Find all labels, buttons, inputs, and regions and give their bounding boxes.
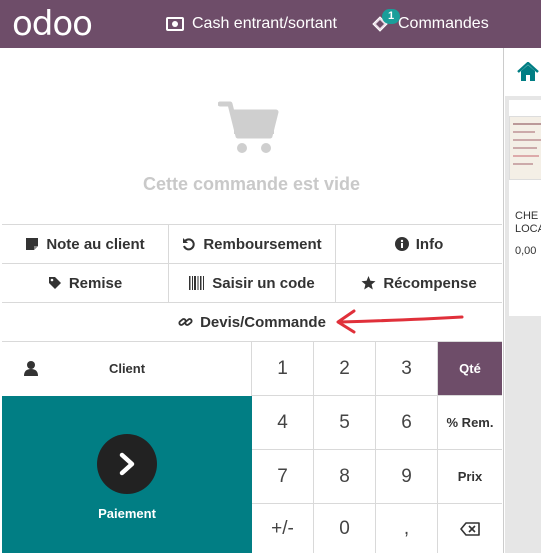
reward-label: Récompense bbox=[383, 274, 477, 292]
discount-mode-button[interactable]: % Rem. bbox=[438, 396, 502, 450]
odoo-logo: odoo bbox=[12, 4, 93, 44]
numpad-key-6[interactable]: 6 bbox=[376, 396, 438, 450]
numpad-key-4[interactable]: 4 bbox=[252, 396, 314, 450]
discount-label: Remise bbox=[68, 274, 123, 292]
numpad-key-1[interactable]: 1 bbox=[252, 342, 314, 396]
refund-label: Remboursement bbox=[203, 235, 322, 253]
product-image bbox=[509, 116, 541, 180]
info-button[interactable]: Info bbox=[336, 225, 502, 263]
numpad-key-7[interactable]: 7 bbox=[252, 450, 314, 504]
order-empty-state: Cette commande est vide bbox=[0, 48, 503, 225]
info-label: Info bbox=[415, 235, 444, 253]
discount-button[interactable]: Remise bbox=[2, 264, 169, 302]
payment-circle bbox=[97, 434, 157, 494]
quantity-mode-button[interactable]: Qté bbox=[438, 342, 502, 396]
product-pane: CHE LOCA 0,00 bbox=[505, 48, 541, 553]
annotation-arrow bbox=[336, 309, 464, 334]
home-icon bbox=[517, 62, 539, 81]
reward-button[interactable]: Récompense bbox=[336, 264, 502, 302]
chevron-right-icon bbox=[119, 452, 135, 476]
order-pane: Cette commande est vide Note au client R… bbox=[0, 48, 504, 553]
product-name-line-2: LOCA bbox=[515, 223, 541, 235]
tag-icon bbox=[48, 277, 61, 289]
info-icon bbox=[394, 237, 409, 251]
customer-note-button[interactable]: Note au client bbox=[2, 225, 169, 263]
product-name: CHE LOCA bbox=[515, 210, 541, 236]
numpad-key-5[interactable]: 5 bbox=[314, 396, 376, 450]
product-card[interactable]: CHE LOCA 0,00 bbox=[509, 100, 541, 316]
money-icon bbox=[166, 17, 184, 31]
undo-icon bbox=[183, 238, 195, 251]
numpad-area: Client Paiement 1 2 3 Qté 4 5 6 % Rem. 7… bbox=[2, 341, 502, 553]
cash-in-out-button[interactable]: Cash entrant/sortant bbox=[166, 0, 337, 48]
price-mode-button[interactable]: Prix bbox=[438, 450, 502, 504]
backspace-icon bbox=[460, 522, 480, 536]
numpad-key-9[interactable]: 9 bbox=[376, 450, 438, 504]
enter-code-label: Saisir un code bbox=[212, 274, 315, 292]
customer-label: Client bbox=[108, 361, 146, 376]
shopping-cart-icon bbox=[218, 101, 279, 153]
orders-label: Commandes bbox=[398, 15, 489, 32]
customer-button[interactable]: Client bbox=[2, 342, 252, 396]
enter-code-button[interactable]: Saisir un code bbox=[169, 264, 336, 302]
orders-button[interactable]: 1 Commandes bbox=[370, 0, 489, 48]
home-category-button[interactable] bbox=[505, 48, 541, 96]
backspace-button[interactable] bbox=[438, 504, 502, 553]
note-icon bbox=[26, 238, 39, 250]
numpad-key-0[interactable]: 0 bbox=[314, 504, 376, 553]
customer-note-label: Note au client bbox=[46, 235, 145, 253]
star-icon bbox=[361, 276, 376, 290]
payment-button[interactable]: Paiement bbox=[2, 396, 252, 553]
numpad-key-8[interactable]: 8 bbox=[314, 450, 376, 504]
empty-order-message: Cette commande est vide bbox=[142, 174, 361, 194]
refund-button[interactable]: Remboursement bbox=[169, 225, 336, 263]
numpad-key-2[interactable]: 2 bbox=[314, 342, 376, 396]
barcode-icon bbox=[189, 276, 205, 290]
numpad-key-3[interactable]: 3 bbox=[376, 342, 438, 396]
link-icon bbox=[178, 318, 193, 326]
top-bar: odoo Cash entrant/sortant 1 Commandes bbox=[0, 0, 541, 48]
product-name-line-1: CHE bbox=[515, 210, 539, 222]
numpad-key-plus-minus[interactable]: +/- bbox=[252, 504, 314, 553]
numpad-key-decimal[interactable]: , bbox=[376, 504, 438, 553]
numpad-keys: 1 2 3 Qté 4 5 6 % Rem. 7 8 9 Prix +/- 0 … bbox=[252, 342, 502, 553]
orders-count-badge: 1 bbox=[382, 9, 400, 24]
product-price: 0,00 bbox=[515, 245, 537, 257]
quote-order-label: Devis/Commande bbox=[200, 313, 326, 331]
payment-label: Paiement bbox=[98, 506, 156, 521]
cash-in-out-label: Cash entrant/sortant bbox=[192, 15, 337, 32]
